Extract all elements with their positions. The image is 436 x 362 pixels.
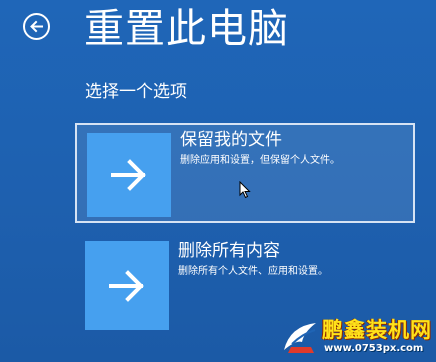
option-title: 保留我的文件 [180, 130, 282, 150]
watermark-url: www.0753px.com [324, 343, 424, 354]
reset-pc-screen: 重置此电脑 选择一个选项 保留我的文件 删除应用和设置，但保留个人文件。 删除所… [0, 0, 436, 362]
option-remove-everything[interactable]: 删除所有内容 删除所有个人文件、应用和设置。 [75, 236, 415, 330]
option-tile [87, 133, 171, 217]
mouse-cursor-icon [239, 181, 251, 199]
option-description: 删除所有个人文件、应用和设置。 [178, 266, 328, 277]
choose-option-prompt: 选择一个选项 [85, 82, 187, 102]
arrow-right-icon [111, 159, 146, 191]
back-button[interactable] [23, 13, 50, 40]
site-watermark: 鹏鑫装机网 www.0753px.com [282, 318, 434, 358]
arrow-right-icon [109, 270, 144, 302]
watermark-logo-icon [284, 323, 316, 353]
watermark-brand: 鹏鑫装机网 [322, 318, 432, 342]
back-arrow-icon [30, 20, 43, 33]
option-title: 删除所有内容 [178, 241, 280, 261]
option-tile [85, 241, 169, 330]
page-title: 重置此电脑 [84, 6, 289, 52]
option-description: 删除应用和设置，但保留个人文件。 [180, 155, 340, 166]
option-keep-my-files[interactable]: 保留我的文件 删除应用和设置，但保留个人文件。 [75, 123, 415, 223]
